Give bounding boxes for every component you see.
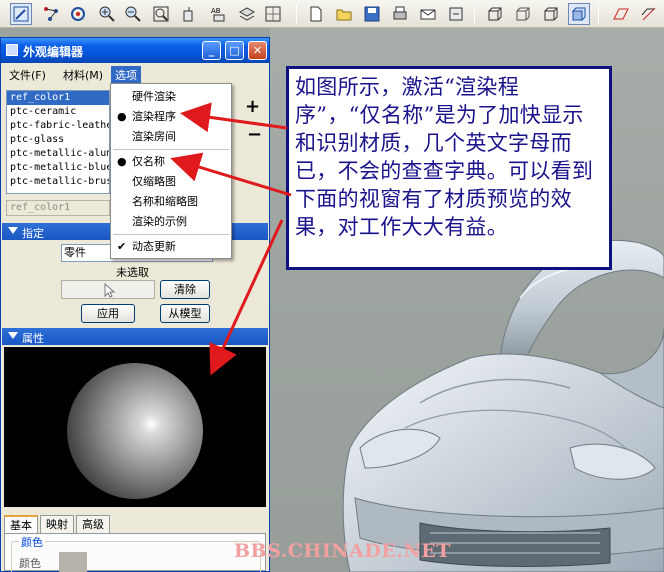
email-icon[interactable] — [417, 3, 439, 25]
title-bar[interactable]: 外观编辑器 _ □ ✕ — [1, 38, 269, 63]
collapse-icon — [8, 227, 18, 234]
regenerate-icon[interactable] — [445, 3, 467, 25]
menu-item-name-and-thumbnail[interactable]: 名称和缩略图 — [111, 192, 231, 212]
minimize-button[interactable]: _ — [202, 41, 221, 60]
selection-status: 未选取 — [116, 266, 149, 279]
datum-axis-icon[interactable] — [638, 3, 660, 25]
list-item[interactable]: ptc-metallic-brushed — [7, 175, 109, 189]
hidden-line-icon[interactable] — [512, 3, 534, 25]
menu-item-render-program[interactable]: ● 渲染程序 — [111, 107, 231, 127]
options-menu: 硬件渲染 ● 渲染程序 渲染房间 ● 仅名称 仅缩略图 名称和缩略图 渲染的示例 ✔… — [110, 83, 232, 259]
list-item[interactable]: ptc-fabric-leather — [7, 119, 109, 133]
properties-section-header[interactable]: 属性 — [2, 328, 268, 345]
spin-icon[interactable] — [67, 3, 89, 25]
menu-item-rendered-sample[interactable]: 渲染的示例 — [111, 212, 231, 232]
tab-panel: 颜色 颜色 — [4, 533, 266, 572]
menu-item-thumbnail-only[interactable]: 仅缩略图 — [111, 172, 231, 192]
print-icon[interactable] — [389, 3, 411, 25]
menu-item-dynamic-update[interactable]: ✔ 动态更新 — [111, 237, 231, 257]
from-model-button[interactable]: 从模型 — [160, 304, 210, 323]
shading-icon[interactable] — [568, 3, 590, 25]
color-swatch[interactable] — [59, 552, 87, 572]
list-item[interactable]: ref_color1 — [7, 91, 109, 105]
select-button[interactable] — [61, 280, 155, 299]
minimize-icon: _ — [208, 44, 215, 57]
zoom-out-icon[interactable] — [122, 3, 144, 25]
menu-item-name-only[interactable]: ● 仅名称 — [111, 152, 231, 172]
color-group — [11, 541, 261, 572]
select-tool-icon[interactable] — [10, 3, 32, 25]
menu-item-render-room[interactable]: 渲染房间 — [111, 127, 231, 147]
save-icon[interactable] — [361, 3, 383, 25]
fit-icon[interactable] — [150, 3, 172, 25]
open-folder-icon[interactable] — [333, 3, 355, 25]
cursor-icon — [104, 282, 116, 298]
menu-material[interactable]: 材料(M) — [59, 66, 107, 83]
view-list-icon[interactable]: AB — [208, 3, 230, 25]
close-icon: ✕ — [252, 44, 263, 57]
menu-options[interactable]: 选项 — [111, 66, 141, 83]
list-item[interactable]: ptc-metallic-aluminum — [7, 147, 109, 161]
dialog-title: 外观编辑器 — [23, 45, 84, 59]
zoom-in-icon[interactable] — [96, 3, 118, 25]
list-item[interactable]: ptc-metallic-blue — [7, 161, 109, 175]
color-group-title: 颜色 — [19, 534, 45, 550]
menu-file[interactable]: 文件(F) — [5, 66, 50, 83]
main-toolbar: AB — [0, 0, 664, 28]
sketch-icon[interactable] — [40, 3, 62, 25]
section-label: 指定 — [22, 227, 44, 240]
preview-sphere — [67, 363, 203, 499]
section-label: 属性 — [22, 332, 44, 345]
apply-button[interactable]: 应用 — [81, 304, 135, 323]
tab-basic[interactable]: 基本 — [4, 515, 38, 535]
orient-icon[interactable] — [178, 3, 200, 25]
menu-bar: 文件(F) 材料(M) 选项 — [1, 64, 269, 84]
material-list[interactable]: ref_color1 ptc-ceramic ptc-fabric-leathe… — [6, 90, 110, 194]
remove-material-button[interactable]: − — [247, 124, 262, 145]
tab-mapping[interactable]: 映射 — [40, 515, 74, 534]
list-item[interactable]: ptc-ceramic — [7, 105, 109, 119]
layers-icon[interactable] — [236, 3, 258, 25]
material-preview — [4, 347, 266, 507]
annotation-callout: 如图所示，激活“渲染程序”，“仅名称”是为了加快显示和识别材质，几个英文字母而已… — [286, 66, 612, 270]
maximize-button[interactable]: □ — [225, 41, 244, 60]
datum-plane-icon[interactable] — [610, 3, 632, 25]
maximize-icon: □ — [229, 44, 240, 57]
app-icon — [6, 44, 18, 56]
close-button[interactable]: ✕ — [248, 41, 267, 60]
color-label: 颜色 — [19, 557, 41, 570]
datum-icon[interactable] — [262, 3, 284, 25]
wireframe-icon[interactable] — [484, 3, 506, 25]
material-name-field[interactable]: ref_color1 — [6, 200, 110, 216]
watermark: BBS.CHINADE.NET — [234, 540, 451, 562]
menu-item-hardware-render[interactable]: 硬件渲染 — [111, 87, 231, 107]
tab-advanced[interactable]: 高级 — [76, 515, 110, 534]
new-file-icon[interactable] — [305, 3, 327, 25]
no-hidden-icon[interactable] — [540, 3, 562, 25]
annotation-text: 如图所示，激活“渲染程序”，“仅名称”是为了加快显示和识别材质，几个英文字母而已… — [295, 75, 594, 239]
add-material-button[interactable]: + — [245, 96, 260, 117]
collapse-icon — [8, 332, 18, 339]
list-item[interactable]: ptc-glass — [7, 133, 109, 147]
clear-button[interactable]: 清除 — [160, 280, 210, 299]
svg-text:AB: AB — [211, 7, 221, 15]
